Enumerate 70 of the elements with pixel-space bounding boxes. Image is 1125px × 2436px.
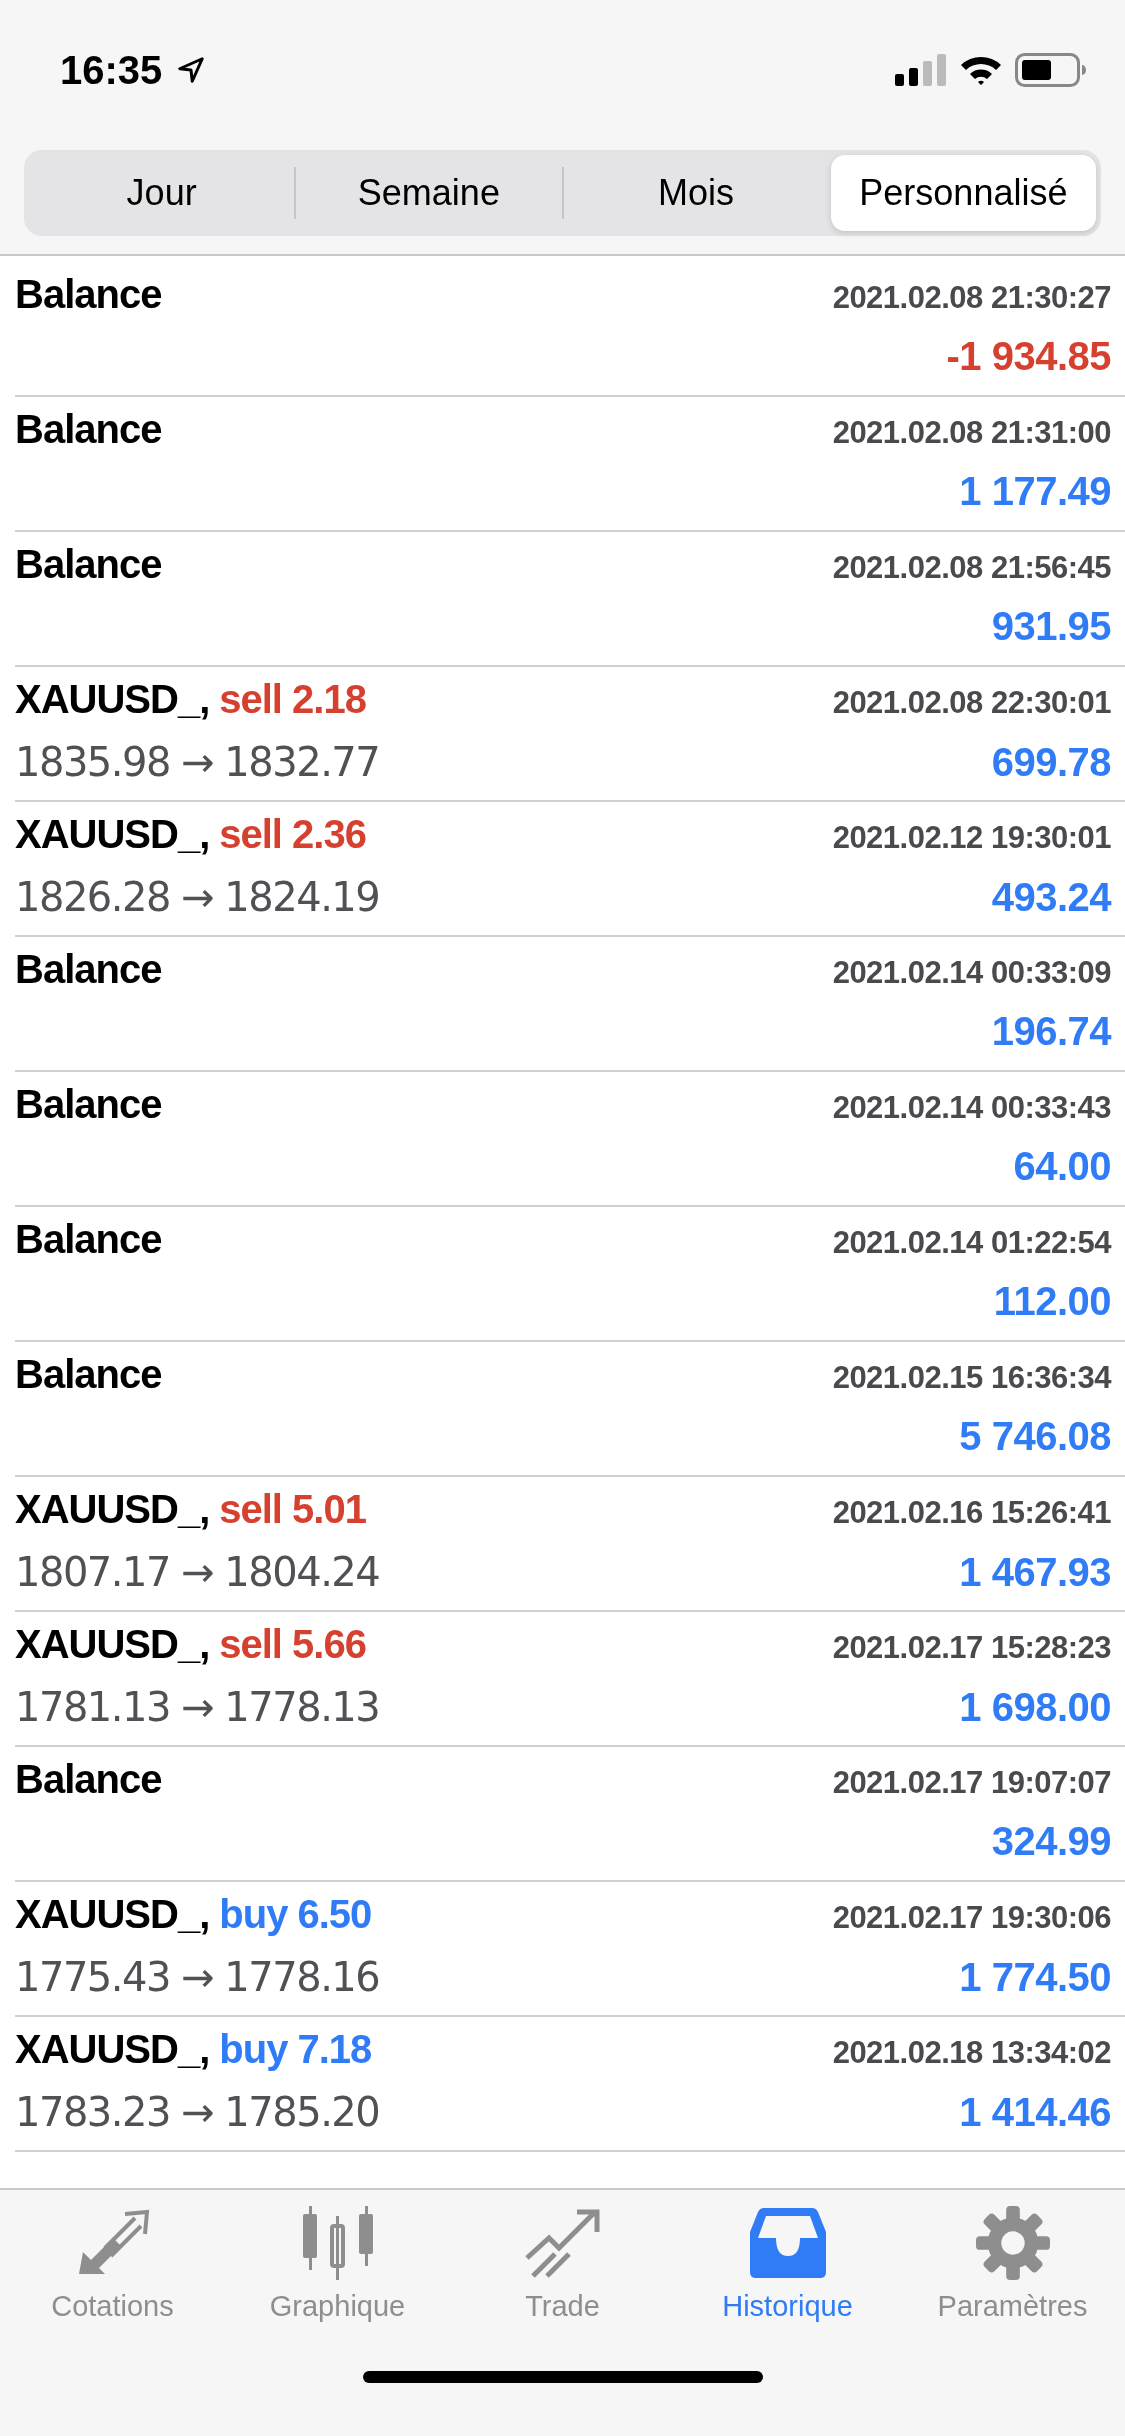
settings-icon (974, 2206, 1051, 2280)
profit-amount: 1 177.49 (959, 469, 1111, 514)
balance-label: Balance (15, 542, 162, 587)
price-range: 1807.17 → 1804.24 (15, 1549, 380, 1595)
profit-amount: 324.99 (991, 1819, 1111, 1864)
balance-label: Balance (15, 947, 162, 992)
tab-bar-item[interactable]: Trade (450, 2206, 675, 2323)
profit-amount: 931.95 (991, 604, 1111, 649)
timestamp: 2021.02.08 21:31:00 (832, 415, 1111, 451)
trade-action: buy 6.50 (219, 1892, 372, 1937)
profit-amount: 1 414.46 (959, 2090, 1111, 2135)
symbol-label: XAUUSD_, (15, 1487, 210, 1532)
profit-amount: 699.78 (991, 740, 1111, 785)
segment-tab[interactable]: Mois (563, 155, 829, 231)
profit-amount: 64.00 (1013, 1144, 1111, 1189)
profit-amount: 1 698.00 (959, 1685, 1111, 1730)
timestamp: 2021.02.14 00:33:09 (832, 955, 1111, 991)
tab-bar-item[interactable]: Paramètres (900, 2206, 1125, 2323)
segment-tab[interactable]: Semaine (296, 155, 562, 231)
timestamp: 2021.02.14 00:33:43 (832, 1090, 1111, 1126)
profit-amount: 1 467.93 (959, 1550, 1111, 1595)
balance-label: Balance (15, 272, 162, 317)
symbol-label: XAUUSD_, (15, 677, 210, 722)
tab-bar-item[interactable]: Historique (675, 2206, 900, 2323)
symbol-label: XAUUSD_, (15, 812, 210, 857)
balance-label: Balance (15, 1217, 162, 1262)
timestamp: 2021.02.14 01:22:54 (832, 1225, 1111, 1261)
location-arrow-icon (176, 55, 207, 85)
signal-icon (895, 54, 947, 86)
trade-action: buy 7.18 (219, 2027, 372, 2072)
timestamp: 2021.02.08 22:30:01 (832, 685, 1111, 721)
profit-amount: 112.00 (993, 1279, 1111, 1324)
price-range: 1826.28 → 1824.19 (15, 874, 380, 920)
timestamp: 2021.02.17 19:07:07 (832, 1765, 1111, 1801)
balance-label: Balance (15, 1082, 162, 1127)
trade-action: sell 5.66 (219, 1622, 366, 1667)
battery-icon (1015, 53, 1087, 87)
symbol-label: XAUUSD_, (15, 1892, 210, 1937)
trade-action: sell 2.18 (219, 677, 366, 722)
profit-amount: 5 746.08 (959, 1414, 1111, 1459)
tab-bar-item[interactable]: Cotations (0, 2206, 225, 2323)
trade-action: sell 2.36 (219, 812, 366, 857)
timestamp: 2021.02.08 21:30:27 (832, 280, 1111, 316)
timestamp: 2021.02.15 16:36:34 (832, 1360, 1111, 1396)
timestamp: 2021.02.17 15:28:23 (832, 1630, 1111, 1666)
balance-label: Balance (15, 1352, 162, 1397)
wifi-icon (959, 54, 1003, 86)
price-range: 1781.13 → 1778.13 (15, 1684, 380, 1730)
timestamp: 2021.02.16 15:26:41 (832, 1495, 1111, 1531)
segment-tab[interactable]: Personnalisé (830, 155, 1096, 231)
timestamp: 2021.02.08 21:56:45 (832, 550, 1111, 586)
price-range: 1783.23 → 1785.20 (15, 2089, 380, 2135)
tab-bar-item[interactable]: Graphique (225, 2206, 450, 2323)
timestamp: 2021.02.12 19:30:01 (832, 820, 1111, 856)
profit-amount: 196.74 (991, 1009, 1111, 1054)
balance-label: Balance (15, 407, 162, 452)
balance-label: Balance (15, 1757, 162, 1802)
profit-amount: -1 934.85 (946, 334, 1111, 379)
timestamp: 2021.02.18 13:34:02 (832, 2035, 1111, 2071)
segment-tab[interactable]: Jour (29, 155, 295, 231)
price-range: 1775.43 → 1778.16 (15, 1954, 380, 2000)
symbol-label: XAUUSD_, (15, 2027, 210, 2072)
profit-amount: 493.24 (991, 875, 1111, 920)
price-range: 1835.98 → 1832.77 (15, 739, 380, 785)
profit-amount: 1 774.50 (959, 1955, 1111, 2000)
timestamp: 2021.02.17 19:30:06 (832, 1900, 1111, 1936)
inbox-tray-icon (749, 2206, 826, 2280)
status-time: 16:35 (60, 47, 163, 93)
symbol-label: XAUUSD_, (15, 1622, 210, 1667)
trade-action: sell 5.01 (219, 1487, 366, 1532)
